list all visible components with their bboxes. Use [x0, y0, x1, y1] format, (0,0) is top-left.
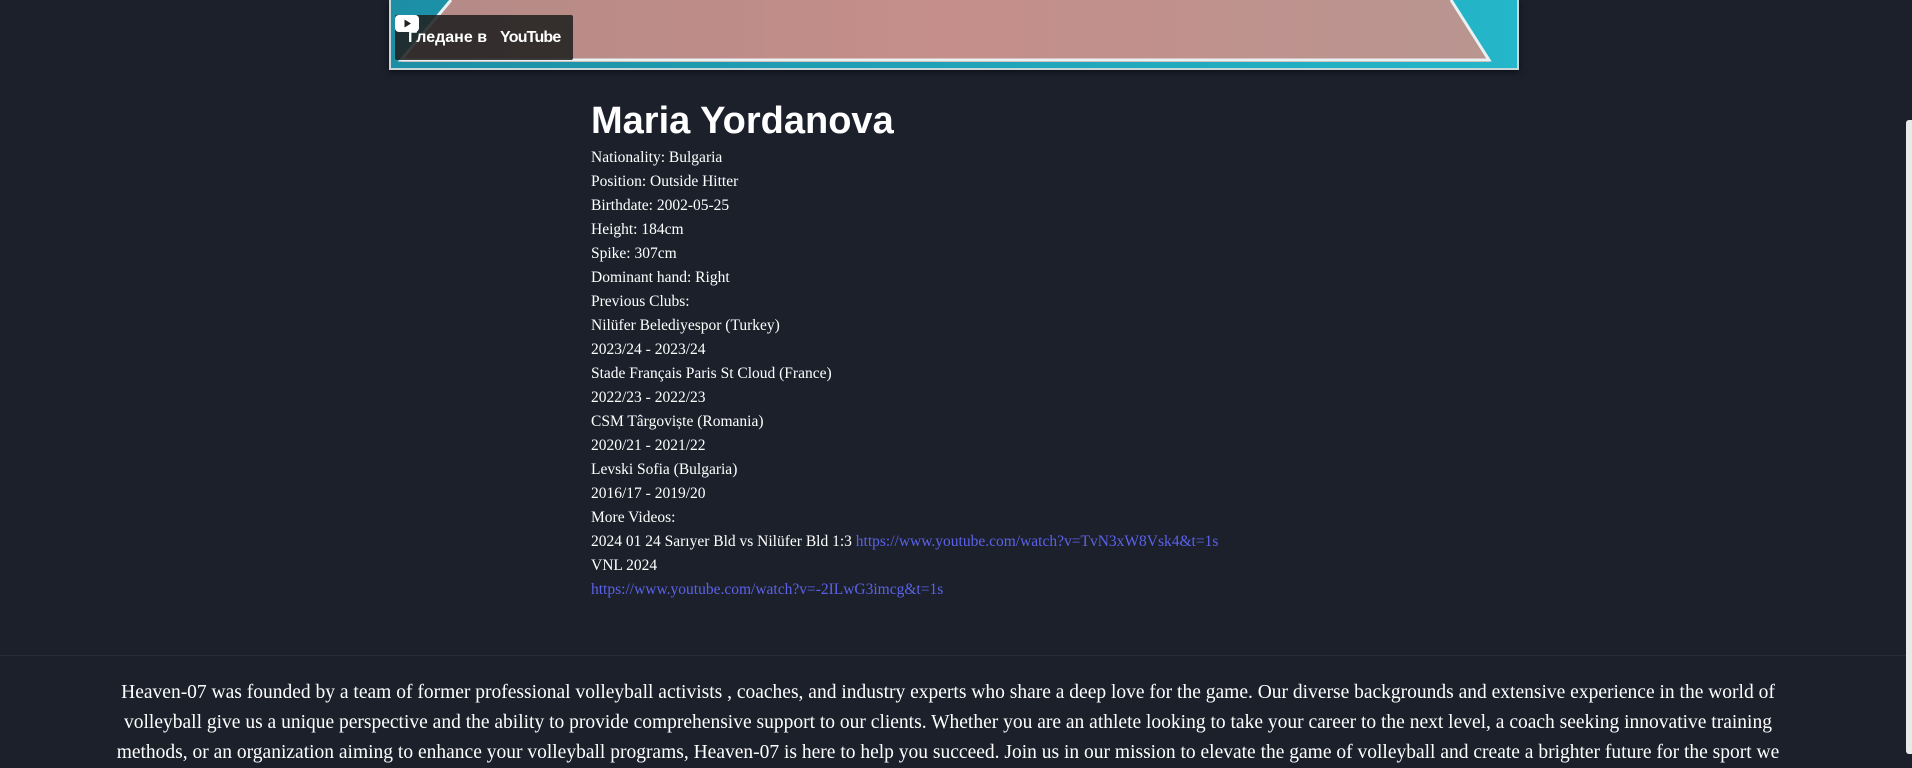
nationality: Nationality: Bulgaria	[591, 149, 723, 166]
club-seasons: 2023/24 - 2023/24	[591, 341, 706, 358]
video-entry: 2024 01 24 Sarıyer Bld vs Nilüfer Bld 1:…	[591, 530, 1391, 554]
about-paragraph: Heaven-07 was founded by a team of forme…	[116, 682, 1780, 763]
height: Height: 184cm	[591, 221, 684, 238]
watch-on-youtube-button[interactable]: Гледане в YouTube	[395, 15, 573, 60]
youtube-play-icon	[395, 15, 419, 32]
video-link[interactable]: https://www.youtube.com/watch?v=-2ILwG3i…	[591, 581, 943, 598]
club-name: Levski Sofia (Bulgaria)	[591, 461, 738, 478]
spike: Spike: 307cm	[591, 245, 677, 262]
more-videos-label: More Videos:	[591, 509, 676, 526]
video-title: 2024 01 24 Sarıyer Bld vs Nilüfer Bld 1:…	[591, 533, 852, 550]
club-seasons: 2016/17 - 2019/20	[591, 485, 706, 502]
dominant-hand: Dominant hand: Right	[591, 269, 730, 286]
section-divider	[0, 655, 1906, 656]
youtube-logo: YouTube	[395, 15, 561, 47]
youtube-wordmark: YouTube	[500, 28, 561, 46]
club-seasons: 2020/21 - 2021/22	[591, 437, 706, 454]
previous-clubs-label: Previous Clubs:	[591, 293, 690, 310]
watch-on-label: Гледане в	[408, 28, 488, 46]
video-link[interactable]: https://www.youtube.com/watch?v=TvN3xW8V…	[856, 533, 1219, 550]
birthdate: Birthdate: 2002-05-25	[591, 197, 730, 214]
video-title: VNL 2024	[591, 557, 658, 574]
youtube-video-embed[interactable]: Гледане в YouTube	[389, 0, 1519, 70]
video-entry: https://www.youtube.com/watch?v=-2ILwG3i…	[591, 578, 1391, 602]
position: Position: Outside Hitter	[591, 173, 739, 190]
club-name: Stade Français Paris St Cloud (France)	[591, 365, 832, 382]
club-name: Nilüfer Belediyespor (Turkey)	[591, 317, 780, 334]
scrollbar-thumb[interactable]	[1906, 120, 1912, 754]
club-name: CSM Târgoviște (Romania)	[591, 413, 764, 430]
club-seasons: 2022/23 - 2022/23	[591, 389, 706, 406]
player-name: Maria Yordanova	[591, 100, 894, 142]
player-profile: Maria Yordanova Nationality: Bulgaria Po…	[591, 98, 1391, 602]
